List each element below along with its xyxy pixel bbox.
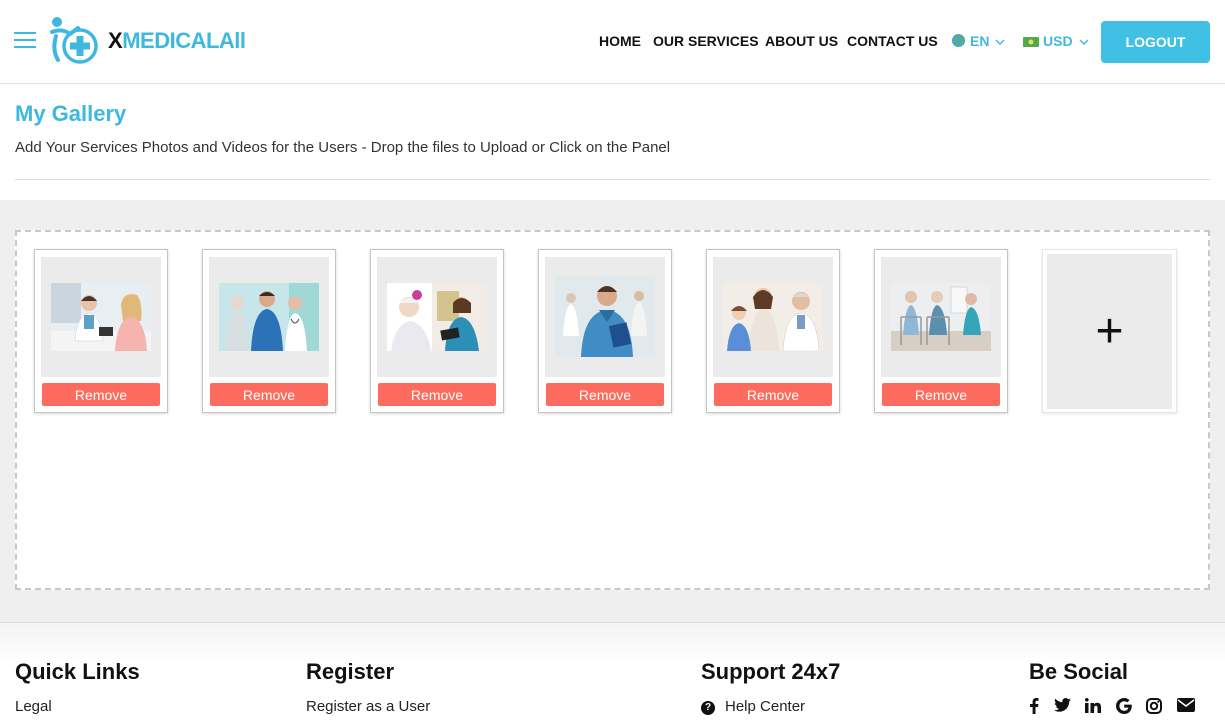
thumbnail-frame [545,257,665,377]
add-media-card[interactable]: + [1042,249,1177,413]
logout-button[interactable]: LOGOUT [1101,21,1210,63]
currency-label: USD [1043,33,1073,49]
gallery-card: Remove [538,249,672,413]
language-label: EN [970,33,990,49]
nav-about-us[interactable]: ABOUT US [765,33,838,49]
facebook-icon[interactable] [1024,698,1044,719]
thumbnail-frame [713,257,833,377]
gallery-card: Remove [34,249,168,413]
thumbnail-frame [377,257,497,377]
chevron-down-icon [995,33,1005,49]
doctor-consultation-photo[interactable] [51,283,151,351]
question-icon: ? [701,701,715,715]
money-icon [1023,37,1039,47]
globe-icon [951,33,966,48]
gallery-card: Remove [202,249,336,413]
nurse-elderly-patient-photo[interactable] [387,283,487,351]
remove-button[interactable]: Remove [378,383,496,406]
instagram-icon[interactable] [1144,698,1164,719]
elderly-walkers-photo[interactable] [891,283,991,351]
help-center-label: Help Center [725,698,806,715]
footer-register-heading: Register [306,659,395,684]
brand-rest: MEDICALAll [122,28,246,53]
chevron-down-icon [1079,33,1089,49]
nav-home[interactable]: HOME [599,33,641,49]
linkedin-icon[interactable] [1083,698,1103,718]
remove-button[interactable]: Remove [210,383,328,406]
remove-button[interactable]: Remove [42,383,160,406]
remove-button[interactable]: Remove [714,383,832,406]
currency-selector[interactable]: USD [1023,33,1089,49]
nav-contact-us[interactable]: CONTACT US [847,33,938,49]
menu-icon[interactable] [14,32,36,50]
remove-button[interactable]: Remove [546,383,664,406]
page-subtitle: Add Your Services Photos and Videos for … [15,139,671,156]
mail-icon[interactable] [1176,698,1196,717]
footer-quick-links-heading: Quick Links [15,659,140,684]
thumbnail-frame [41,257,161,377]
footer-link-help-center[interactable]: ? Help Center [701,698,805,715]
logo-icon[interactable] [48,14,100,68]
brand-name[interactable]: XMEDICALAll [108,28,246,54]
page-title: My Gallery [15,101,127,126]
google-icon[interactable] [1114,698,1134,719]
nav-our-services[interactable]: OUR SERVICES [653,33,759,49]
thumbnail-frame [881,257,1001,377]
plus-icon[interactable]: + [1047,254,1172,409]
brand-prefix: X [108,28,123,53]
remove-button[interactable]: Remove [882,383,1000,406]
footer-social-heading: Be Social [1029,659,1129,684]
footer-link-legal[interactable]: Legal [15,698,52,715]
footer-link-register-user[interactable]: Register as a User [306,698,430,715]
twitter-icon[interactable] [1052,698,1072,717]
doctor-child-patient-photo[interactable] [723,283,823,351]
gallery-card: Remove [370,249,504,413]
gallery-card: Remove [874,249,1008,413]
gallery-card: Remove [706,249,840,413]
thumbnail-frame [209,257,329,377]
divider [15,179,1210,180]
footer-support-heading: Support 24x7 [701,659,841,684]
top-header: XMEDICALAll HOME OUR SERVICES ABOUT US C… [0,0,1225,84]
medical-team-photo[interactable] [219,283,319,351]
doctor-clipboard-photo[interactable] [555,276,655,357]
language-selector[interactable]: EN [951,33,1005,49]
